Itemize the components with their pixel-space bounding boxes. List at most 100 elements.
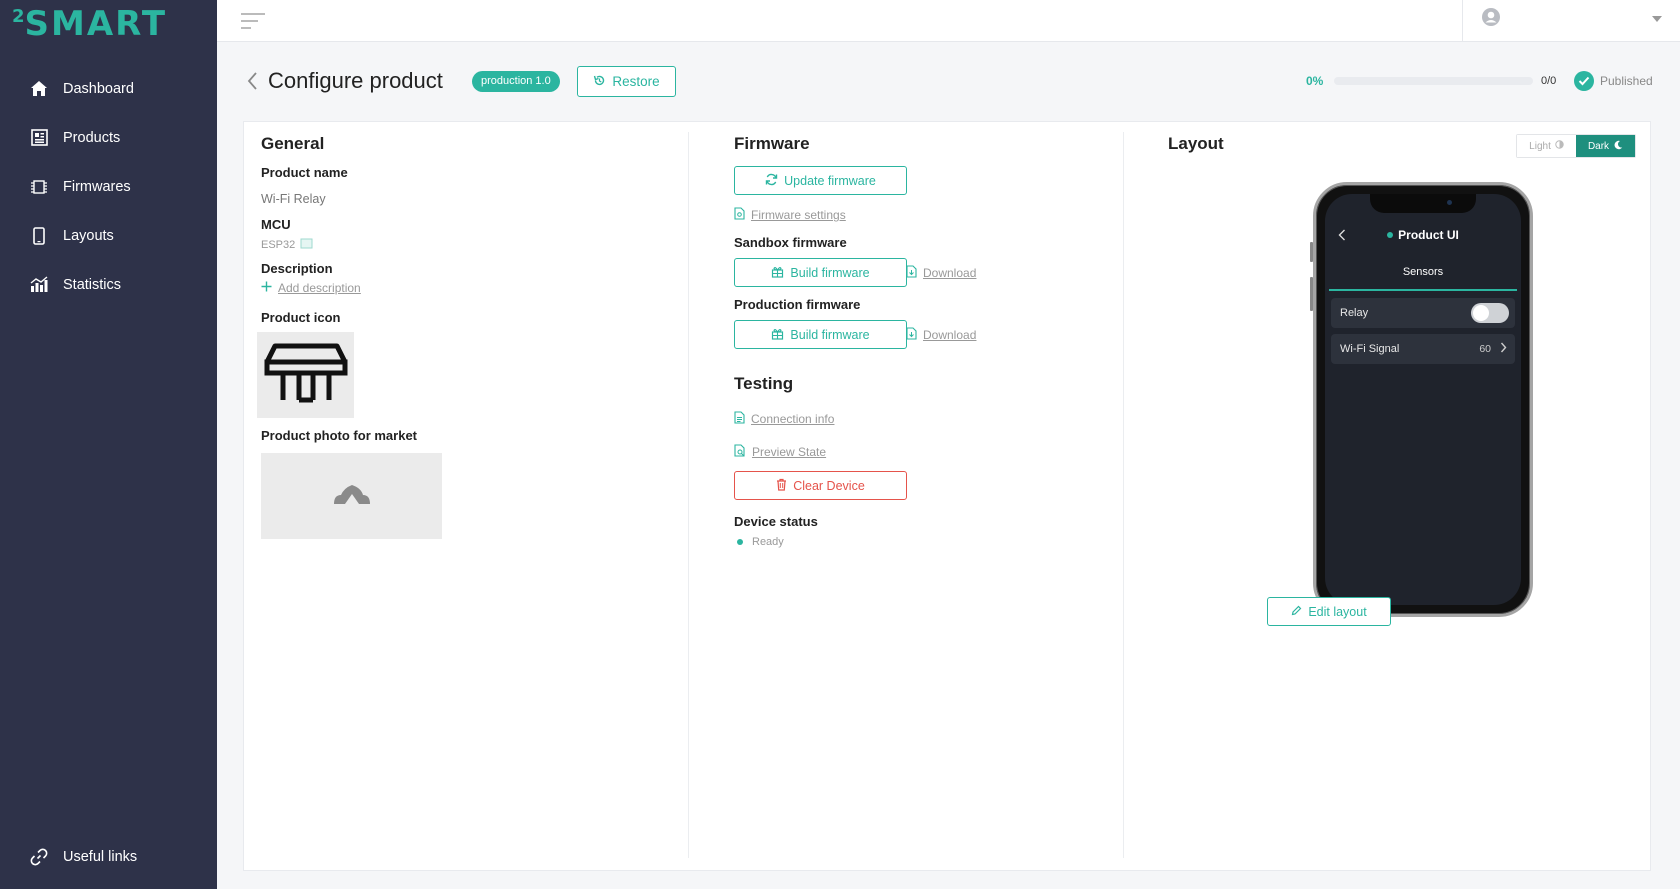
wifi-signal-value: 60 [1479, 343, 1491, 355]
sidebar-item-layouts[interactable]: Layouts [0, 211, 217, 260]
sidebar-item-firmwares[interactable]: Firmwares [0, 162, 217, 211]
sidebar-item-products[interactable]: Products [0, 113, 217, 162]
theme-light-option[interactable]: Light [1517, 135, 1576, 157]
menu-toggle-icon[interactable] [240, 11, 266, 31]
relay-row: Relay [1331, 298, 1515, 328]
download-label: Download [923, 266, 977, 280]
products-icon [29, 128, 49, 148]
toggle-knob [1473, 305, 1489, 321]
download-production-link[interactable]: Download [906, 327, 976, 343]
theme-dark-option[interactable]: Dark [1576, 135, 1635, 157]
firmware-settings-link[interactable]: Firmware settings [734, 207, 846, 223]
back-icon[interactable] [246, 71, 258, 96]
build-icon [771, 327, 784, 343]
sidebar-nav: Dashboard Products Firmwares Layouts Sta… [0, 64, 217, 309]
column-divider [688, 132, 689, 858]
progress-count: 0/0 [1541, 75, 1557, 87]
download-label: Download [923, 328, 977, 342]
sidebar-item-label: Layouts [63, 227, 114, 244]
chip-small-icon[interactable] [300, 238, 313, 252]
phone-screen: Product UI Sensors Relay Wi-Fi Signal 60 [1325, 194, 1521, 605]
half-circle-icon [1555, 140, 1564, 152]
add-description-link[interactable]: Add description [261, 281, 361, 295]
sidebar-item-label: Statistics [63, 276, 122, 293]
useful-links[interactable]: Useful links [0, 841, 217, 873]
download-doc-icon [906, 327, 917, 343]
column-divider [1123, 132, 1124, 858]
sidebar: 2 SMART Dashboard Products Firmwares Lay… [0, 0, 217, 889]
build-sandbox-firmware-button[interactable]: Build firmware [734, 258, 907, 287]
theme-toggle: Light Dark [1516, 134, 1636, 158]
theme-light-label: Light [1529, 140, 1551, 152]
product-photo-label: Product photo for market [261, 428, 418, 443]
clear-device-label: Clear Device [793, 478, 865, 493]
download-doc-icon [906, 265, 917, 281]
product-photo-upload[interactable] [261, 453, 442, 539]
pencil-icon [1291, 605, 1302, 619]
chart-icon [29, 275, 49, 295]
product-icon-label: Product icon [261, 310, 341, 325]
progress-bar [1334, 77, 1533, 85]
preview-doc-icon [734, 444, 746, 460]
firmware-title: Firmware [734, 134, 810, 153]
phone-notch [1370, 194, 1476, 213]
link-icon [29, 847, 49, 867]
sidebar-item-dashboard[interactable]: Dashboard [0, 64, 217, 113]
connection-info-link[interactable]: Connection info [734, 411, 834, 427]
progress-percent: 0% [1306, 74, 1324, 88]
preview-state-label: Preview State [752, 445, 827, 459]
chip-icon [29, 177, 49, 197]
brand-logo-sup: 2 [12, 6, 25, 27]
topbar [217, 0, 1680, 42]
sidebar-item-label: Products [63, 129, 121, 146]
settings-doc-icon [734, 207, 745, 223]
product-config-panel: General Product name Wi-Fi Relay MCU ESP… [243, 121, 1651, 871]
device-status-label: Device status [734, 514, 818, 529]
chevron-down-icon [1652, 16, 1662, 22]
home-icon [29, 79, 49, 99]
phone-side-button [1310, 242, 1313, 262]
build-icon [771, 265, 784, 281]
restore-button[interactable]: Restore [577, 66, 676, 97]
user-menu[interactable] [1462, 0, 1680, 42]
relay-device-icon [263, 342, 349, 409]
add-description-label: Add description [278, 281, 361, 295]
image-placeholder-icon [332, 482, 372, 511]
status-dot [737, 539, 743, 545]
sidebar-item-label: Dashboard [63, 80, 134, 97]
product-name-value[interactable]: Wi-Fi Relay [261, 192, 326, 206]
product-icon-picker[interactable] [257, 332, 354, 418]
preview-state-link[interactable]: Preview State [734, 444, 826, 460]
document-icon [734, 411, 745, 427]
screen-title: Product UI [1325, 228, 1521, 242]
mcu-value-row: ESP32 [261, 238, 313, 252]
wifi-signal-row[interactable]: Wi-Fi Signal 60 [1331, 334, 1515, 364]
relay-toggle[interactable] [1471, 303, 1509, 323]
sidebar-item-statistics[interactable]: Statistics [0, 260, 217, 309]
sidebar-item-label: Firmwares [63, 178, 131, 195]
clear-device-button[interactable]: Clear Device [734, 471, 907, 500]
theme-dark-label: Dark [1587, 140, 1610, 152]
phone-camera [1447, 200, 1452, 205]
refresh-icon [765, 173, 778, 189]
edit-layout-button[interactable]: Edit layout [1267, 597, 1391, 626]
screen-title-text: Product UI [1398, 228, 1459, 242]
general-title: General [261, 134, 325, 153]
published-label: Published [1600, 74, 1653, 88]
screen-tab-sensors[interactable]: Sensors [1329, 264, 1517, 291]
testing-title: Testing [734, 374, 794, 393]
brand-logo[interactable]: 2 SMART [12, 6, 167, 42]
mcu-label: MCU [261, 217, 291, 232]
layout-title: Layout [1168, 134, 1224, 153]
trash-icon [776, 478, 787, 494]
update-firmware-button[interactable]: Update firmware [734, 166, 907, 195]
phone-preview: Product UI Sensors Relay Wi-Fi Signal 60 [1313, 182, 1533, 617]
phone-side-button [1310, 277, 1313, 311]
published-status: Published [1574, 71, 1653, 91]
moon-icon [1613, 140, 1623, 153]
build-production-firmware-button[interactable]: Build firmware [734, 320, 907, 349]
relay-label: Relay [1340, 307, 1369, 319]
wifi-signal-label: Wi-Fi Signal [1340, 343, 1400, 355]
firmware-settings-label: Firmware settings [751, 208, 846, 222]
download-sandbox-link[interactable]: Download [906, 265, 976, 281]
